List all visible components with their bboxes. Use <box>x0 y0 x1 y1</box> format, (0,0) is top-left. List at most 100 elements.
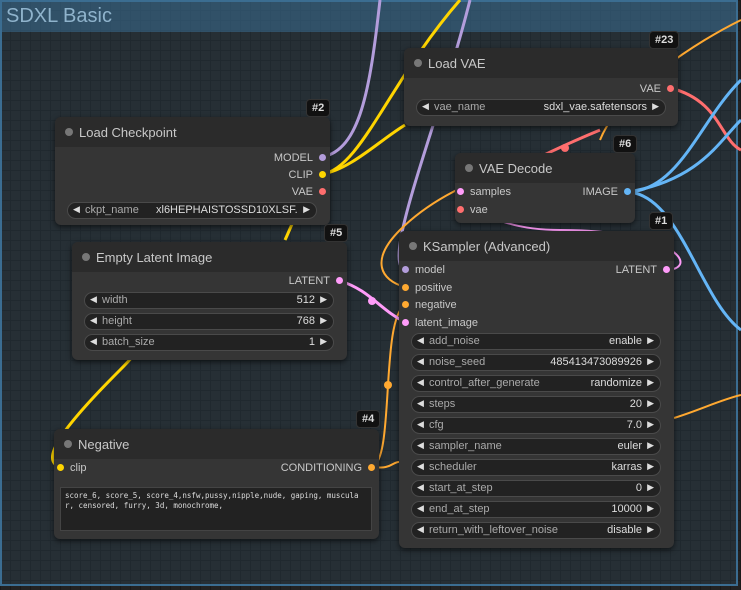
node-title-bar[interactable]: KSampler (Advanced) <box>399 231 674 261</box>
socket-icon[interactable] <box>319 153 326 161</box>
socket-icon[interactable] <box>402 318 409 326</box>
increment-arrow-icon[interactable]: ▶ <box>652 101 659 112</box>
reroute-dot <box>368 297 376 305</box>
decrement-arrow-icon[interactable]: ◀ <box>417 503 424 514</box>
node-load-vae[interactable]: Load VAE VAE ◀ vae_name sdxl_vae.safeten… <box>404 48 678 126</box>
widget-noise-seed[interactable]: ◀ noise_seed 485413473089926 ▶ <box>411 354 661 371</box>
collapse-dot-icon[interactable] <box>409 242 417 250</box>
decrement-arrow-icon[interactable]: ◀ <box>417 398 424 409</box>
collapse-dot-icon[interactable] <box>414 59 422 67</box>
node-load-checkpoint[interactable]: Load Checkpoint MODEL CLIP VAE ◀ ckpt_na… <box>55 117 330 225</box>
node-title-bar[interactable]: VAE Decode <box>455 153 635 183</box>
batch-size-number[interactable]: ◀ batch_size 1 ▶ <box>84 334 334 351</box>
output-vae[interactable]: VAE <box>640 82 674 96</box>
widget-add-noise[interactable]: ◀ add_noise enable ▶ <box>411 333 661 350</box>
collapse-dot-icon[interactable] <box>82 253 90 261</box>
node-ksampler-advanced[interactable]: KSampler (Advanced) model positive negat… <box>399 231 674 548</box>
output-vae[interactable]: VAE <box>292 185 326 199</box>
socket-icon[interactable] <box>667 84 674 92</box>
input-negative[interactable]: negative <box>402 298 457 312</box>
decrement-arrow-icon[interactable]: ◀ <box>417 524 424 535</box>
decrement-arrow-icon[interactable]: ◀ <box>90 294 97 305</box>
vae-name-combo[interactable]: ◀ vae_name sdxl_vae.safetensors ▶ <box>416 99 666 116</box>
output-clip[interactable]: CLIP <box>289 168 326 182</box>
node-title-bar[interactable]: Empty Latent Image <box>72 242 347 272</box>
increment-arrow-icon[interactable]: ▶ <box>320 294 327 305</box>
input-clip[interactable]: clip <box>57 461 87 475</box>
increment-arrow-icon[interactable]: ▶ <box>303 204 310 215</box>
decrement-arrow-icon[interactable]: ◀ <box>417 335 424 346</box>
collapse-dot-icon[interactable] <box>465 164 473 172</box>
socket-icon[interactable] <box>319 187 326 195</box>
decrement-arrow-icon[interactable]: ◀ <box>422 101 429 112</box>
socket-icon[interactable] <box>402 300 409 308</box>
node-title: VAE Decode <box>479 161 553 176</box>
socket-icon[interactable] <box>336 276 343 284</box>
input-latent-image[interactable]: latent_image <box>402 316 478 330</box>
widget-cfg[interactable]: ◀ cfg 7.0 ▶ <box>411 417 661 434</box>
widget-return-with-leftover-noise[interactable]: ◀ return_with_leftover_noise disable ▶ <box>411 522 661 539</box>
input-positive[interactable]: positive <box>402 281 452 295</box>
decrement-arrow-icon[interactable]: ◀ <box>73 204 80 215</box>
node-title-bar[interactable]: Negative <box>54 429 379 459</box>
width-number[interactable]: ◀ width 512 ▶ <box>84 292 334 309</box>
decrement-arrow-icon[interactable]: ◀ <box>417 356 424 367</box>
decrement-arrow-icon[interactable]: ◀ <box>417 377 424 388</box>
widget-control-after-generate[interactable]: ◀ control_after_generate randomize ▶ <box>411 375 661 392</box>
increment-arrow-icon[interactable]: ▶ <box>647 335 654 346</box>
widget-start-at-step[interactable]: ◀ start_at_step 0 ▶ <box>411 480 661 497</box>
height-number[interactable]: ◀ height 768 ▶ <box>84 313 334 330</box>
increment-arrow-icon[interactable]: ▶ <box>647 419 654 430</box>
socket-icon[interactable] <box>457 187 464 195</box>
increment-arrow-icon[interactable]: ▶ <box>647 482 654 493</box>
socket-icon[interactable] <box>624 187 631 195</box>
widget-end-at-step[interactable]: ◀ end_at_step 10000 ▶ <box>411 501 661 518</box>
collapse-dot-icon[interactable] <box>64 440 72 448</box>
increment-arrow-icon[interactable]: ▶ <box>647 461 654 472</box>
decrement-arrow-icon[interactable]: ◀ <box>417 461 424 472</box>
prompt-textarea[interactable]: score_6, score_5, score_4,nsfw,pussy,nip… <box>60 487 372 531</box>
decrement-arrow-icon[interactable]: ◀ <box>90 336 97 347</box>
collapse-dot-icon[interactable] <box>65 128 73 136</box>
decrement-arrow-icon[interactable]: ◀ <box>417 482 424 493</box>
decrement-arrow-icon[interactable]: ◀ <box>417 440 424 451</box>
socket-icon[interactable] <box>663 265 670 273</box>
widget-scheduler[interactable]: ◀ scheduler karras ▶ <box>411 459 661 476</box>
increment-arrow-icon[interactable]: ▶ <box>647 440 654 451</box>
socket-icon[interactable] <box>57 463 64 471</box>
increment-arrow-icon[interactable]: ▶ <box>320 315 327 326</box>
output-image[interactable]: IMAGE <box>583 185 631 199</box>
increment-arrow-icon[interactable]: ▶ <box>647 377 654 388</box>
node-title-bar[interactable]: Load VAE <box>404 48 678 78</box>
ckpt-name-combo[interactable]: ◀ ckpt_name xl6HEPHAISTOSSD10XLSF... ▶ <box>67 202 317 219</box>
node-empty-latent-image[interactable]: Empty Latent Image LATENT ◀ width 512 ▶ … <box>72 242 347 360</box>
widget-sampler-name[interactable]: ◀ sampler_name euler ▶ <box>411 438 661 455</box>
socket-icon[interactable] <box>319 170 326 178</box>
socket-icon[interactable] <box>402 283 409 291</box>
output-latent[interactable]: LATENT <box>616 263 670 277</box>
input-model[interactable]: model <box>402 263 445 277</box>
node-negative[interactable]: Negative clip CONDITIONING score_6, scor… <box>54 429 379 539</box>
node-vae-decode[interactable]: VAE Decode samples vae IMAGE <box>455 153 635 223</box>
increment-arrow-icon[interactable]: ▶ <box>320 336 327 347</box>
increment-arrow-icon[interactable]: ▶ <box>647 503 654 514</box>
node-title: Load Checkpoint <box>79 125 177 140</box>
input-samples[interactable]: samples <box>457 185 511 199</box>
node-id-badge: #6 <box>613 135 638 153</box>
socket-icon[interactable] <box>368 463 375 471</box>
output-conditioning[interactable]: CONDITIONING <box>281 461 375 475</box>
decrement-arrow-icon[interactable]: ◀ <box>417 419 424 430</box>
output-latent[interactable]: LATENT <box>289 274 343 288</box>
output-model[interactable]: MODEL <box>274 151 326 165</box>
socket-icon[interactable] <box>457 205 464 213</box>
decrement-arrow-icon[interactable]: ◀ <box>90 315 97 326</box>
node-title-bar[interactable]: Load Checkpoint <box>55 117 330 147</box>
node-id-badge: #2 <box>306 99 331 117</box>
increment-arrow-icon[interactable]: ▶ <box>647 356 654 367</box>
increment-arrow-icon[interactable]: ▶ <box>647 398 654 409</box>
widget-steps[interactable]: ◀ steps 20 ▶ <box>411 396 661 413</box>
increment-arrow-icon[interactable]: ▶ <box>647 524 654 535</box>
socket-icon[interactable] <box>402 265 409 273</box>
input-vae[interactable]: vae <box>457 203 488 217</box>
link-clip-upper <box>321 123 406 176</box>
